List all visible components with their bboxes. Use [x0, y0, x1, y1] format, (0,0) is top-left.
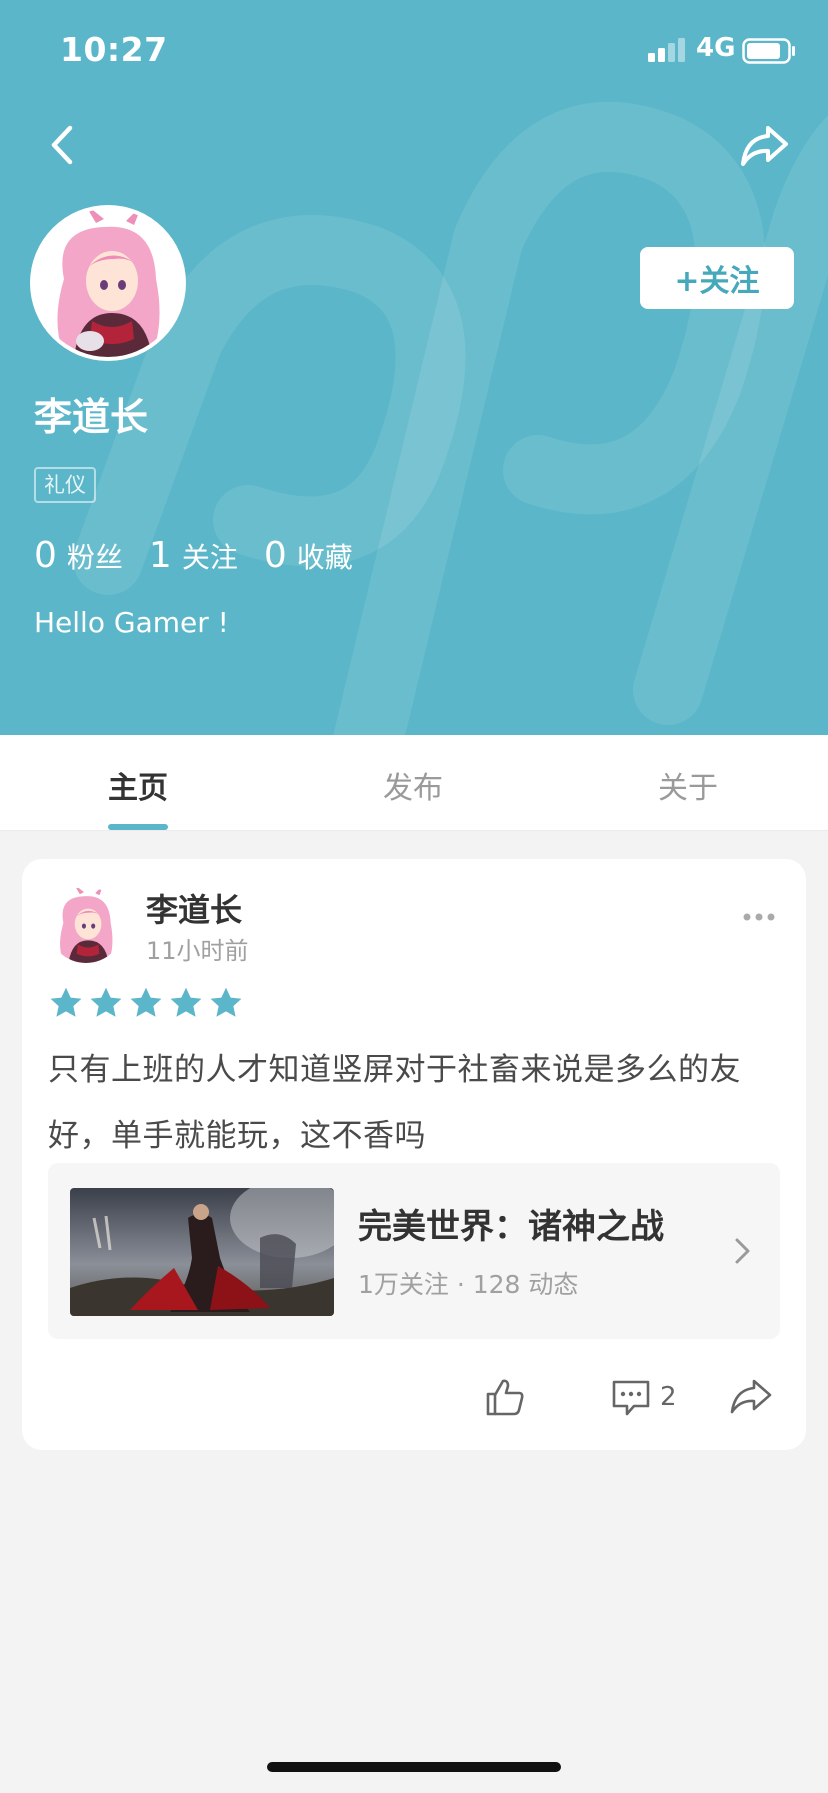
chevron-left-icon[interactable] [44, 122, 80, 168]
star-icon [50, 987, 82, 1017]
post-author-avatar[interactable] [48, 887, 124, 963]
post-card[interactable]: 李道长 11小时前 只有上班的人才知道竖屏对于社畜来说是多么的友好，单手就能玩，… [22, 859, 806, 1450]
comment-button[interactable]: 2 [610, 1375, 677, 1419]
post-timestamp: 11小时前 [146, 937, 249, 965]
profile-tabs: 主页 发布 关于 [0, 735, 828, 831]
post-body-text: 只有上班的人才知道竖屏对于社畜来说是多么的友好，单手就能玩，这不香吗 [48, 1052, 741, 1154]
game-cover-image [70, 1188, 334, 1316]
game-title: 完美世界：诸神之战 [358, 1207, 664, 1247]
share-arrow-icon [730, 1379, 772, 1414]
linked-game-card[interactable]: 完美世界：诸神之战 1万关注 · 128 动态 [48, 1163, 780, 1339]
star-icon [130, 987, 162, 1017]
active-tab-indicator [108, 824, 168, 830]
game-cover-art [70, 1188, 334, 1316]
comment-count: 2 [660, 1382, 677, 1412]
comment-bubble-icon [612, 1380, 650, 1416]
thumbs-up-icon [486, 1379, 524, 1416]
star-icon [170, 987, 202, 1017]
rating-stars [48, 985, 248, 1021]
post-author-name[interactable]: 李道长 [146, 885, 242, 931]
fans-label[interactable]: 粉丝 [67, 536, 123, 576]
tab-about[interactable]: 关于 [658, 763, 718, 807]
chevron-right-icon [735, 1238, 750, 1264]
home-indicator[interactable] [267, 1762, 561, 1772]
tab-posts[interactable]: 发布 [383, 763, 443, 807]
share-arrow-icon[interactable] [738, 122, 790, 168]
ellipsis-icon[interactable] [742, 909, 776, 925]
following-label[interactable]: 关注 [182, 536, 238, 576]
battery-icon [742, 38, 795, 64]
tab-home[interactable]: 主页 [108, 763, 168, 807]
game-meta: 1万关注 · 128 动态 [358, 1270, 579, 1299]
avatar-image [48, 887, 124, 963]
following-count[interactable]: 1 [149, 535, 172, 576]
profile-bio: Hello Gamer ! [34, 606, 229, 639]
network-type: 4G [696, 33, 736, 63]
status-time: 10:27 [60, 30, 168, 69]
avatar-image [34, 209, 182, 357]
fans-count[interactable]: 0 [34, 535, 57, 576]
favorites-count[interactable]: 0 [264, 535, 287, 576]
signal-icon [648, 38, 685, 62]
favorites-label[interactable]: 收藏 [297, 536, 353, 576]
profile-header: 10:27 4G +关注 李道长 礼仪 0 粉丝 1 关注 0 收藏 Hello… [0, 0, 828, 735]
profile-name: 李道长 [34, 395, 149, 439]
star-icon [210, 987, 242, 1017]
profile-stats: 0 粉丝 1 关注 0 收藏 [34, 535, 379, 576]
profile-avatar [34, 209, 182, 357]
profile-tag-badge: 礼仪 [34, 467, 96, 503]
star-icon [90, 987, 122, 1017]
share-post-button[interactable] [728, 1375, 774, 1419]
status-bar: 10:27 4G [0, 0, 828, 100]
follow-button[interactable]: +关注 [640, 247, 794, 309]
like-button[interactable] [484, 1375, 526, 1419]
